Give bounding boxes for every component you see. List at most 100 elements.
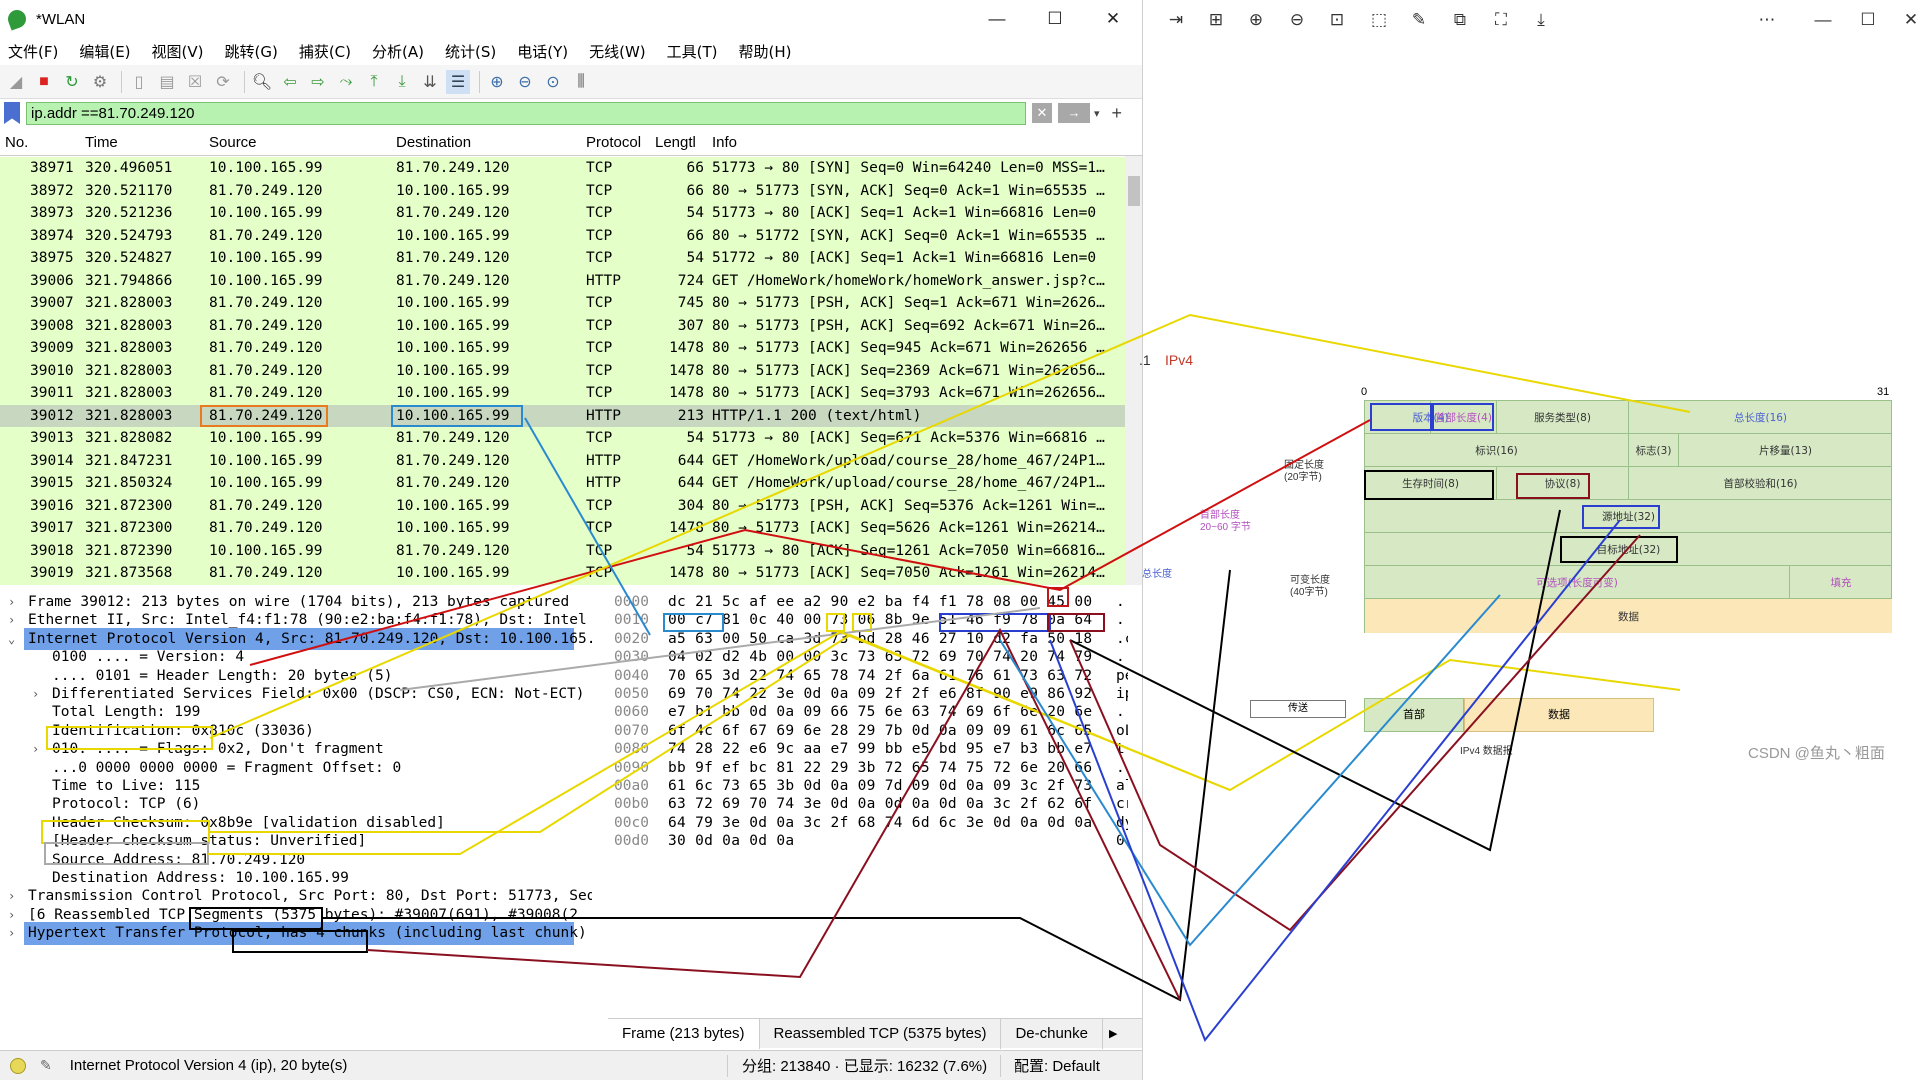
stop-capture-icon[interactable]: ■ xyxy=(32,70,56,94)
packet-proto: TCP xyxy=(586,430,613,446)
menu-item-2[interactable]: 视图(V) xyxy=(152,41,204,62)
packet-row[interactable]: 38972 320.521170 81.70.249.120 10.100.165.9… xyxy=(0,179,1125,202)
menu-item-0[interactable]: 文件(F) xyxy=(8,41,58,62)
edit-icon[interactable]: ✎ xyxy=(1407,8,1431,32)
packet-row[interactable]: 38973 320.521236 10.100.165.99 81.70.249.12… xyxy=(0,202,1125,225)
packet-row[interactable]: 39019 321.873568 81.70.249.120 10.100.165.9… xyxy=(0,562,1125,585)
packet-row[interactable]: 39010 321.828003 81.70.249.120 10.100.165.9… xyxy=(0,359,1125,382)
autoscroll-icon[interactable]: ⇊ xyxy=(418,70,442,94)
packet-row[interactable]: 38971 320.496051 10.100.165.99 81.70.249.12… xyxy=(0,157,1125,180)
capture-options-icon[interactable]: ⚙ xyxy=(88,70,112,94)
packet-row[interactable]: 39011 321.828003 81.70.249.120 10.100.165.9… xyxy=(0,382,1125,405)
close-button[interactable]: ✕ xyxy=(1084,0,1142,38)
close-file-icon[interactable]: ☒ xyxy=(183,70,207,94)
packet-list-scrollbar[interactable] xyxy=(1125,156,1142,585)
packet-row[interactable]: 39008 321.828003 81.70.249.120 10.100.165.9… xyxy=(0,314,1125,337)
find-packet-icon[interactable]: 🔍︎ xyxy=(250,70,274,94)
zoom-in-icon[interactable]: ⊕ xyxy=(485,70,509,94)
tab-frame-bytes[interactable]: Frame (213 bytes) xyxy=(608,1018,760,1049)
tab-dechunked[interactable]: De-chunke xyxy=(1001,1018,1103,1049)
packet-row[interactable]: 39012 321.828003 81.70.249.120 10.100.165.9… xyxy=(0,404,1125,427)
close-icon[interactable]: ✕ xyxy=(1899,8,1920,32)
apply-filter-icon[interactable]: → xyxy=(1058,103,1090,123)
hex-bytes[interactable]: 30 0d 0a 0d 0a xyxy=(668,830,794,853)
tab-reassembled-tcp[interactable]: Reassembled TCP (5375 bytes) xyxy=(760,1018,1002,1049)
expand-arrow-icon[interactable]: › xyxy=(32,738,39,761)
column-header-info[interactable]: Info xyxy=(712,134,737,151)
download-icon[interactable]: ⤓ xyxy=(1529,8,1553,32)
column-header-destination[interactable]: Destination xyxy=(396,134,471,151)
menu-item-1[interactable]: 编辑(E) xyxy=(79,41,130,62)
column-header-source[interactable]: Source xyxy=(209,134,257,151)
column-header-protocol[interactable]: Protocol xyxy=(586,134,641,151)
menu-item-3[interactable]: 跳转(G) xyxy=(225,41,278,62)
maximize-icon[interactable]: ☐ xyxy=(1856,8,1880,32)
total-length-side-label: 总长度 xyxy=(1142,569,1172,580)
menu-item-10[interactable]: 帮助(H) xyxy=(739,41,792,62)
add-filter-button-icon[interactable]: + xyxy=(1112,103,1123,124)
clear-filter-icon[interactable]: ✕ xyxy=(1032,103,1052,123)
menu-item-8[interactable]: 无线(W) xyxy=(589,41,646,62)
column-header-length[interactable]: Lengtl xyxy=(655,134,696,151)
reload-file-icon[interactable]: ⟳ xyxy=(211,70,235,94)
packet-row[interactable]: 39006 321.794866 10.100.165.99 81.70.249.12… xyxy=(0,269,1125,292)
arrow-right-icon[interactable]: ⇥ xyxy=(1164,8,1188,32)
packet-row[interactable]: 39018 321.872390 10.100.165.99 81.70.249.12… xyxy=(0,539,1125,562)
column-header-no[interactable]: No. xyxy=(5,134,28,151)
maximize-button[interactable]: ☐ xyxy=(1026,0,1084,38)
packet-row[interactable]: 39017 321.872300 81.70.249.120 10.100.165.9… xyxy=(0,517,1125,540)
expand-arrow-icon[interactable]: › xyxy=(8,922,15,945)
packet-row[interactable]: 38975 320.524827 10.100.165.99 81.70.249.12… xyxy=(0,247,1125,270)
scrollbar-thumb[interactable] xyxy=(1128,176,1140,206)
zoom-out-icon[interactable]: ⊖ xyxy=(1285,8,1309,32)
packet-row[interactable]: 39016 321.872300 81.70.249.120 10.100.165.9… xyxy=(0,494,1125,517)
filter-history-dropdown-icon[interactable]: ▾ xyxy=(1094,107,1100,120)
status-profile[interactable]: 配置: Default xyxy=(1014,1055,1100,1076)
expand-arrow-icon[interactable]: › xyxy=(32,683,39,706)
shark-fin-start-icon[interactable]: ◢ xyxy=(4,70,28,94)
detail-line[interactable]: Hypertext Transfer Protocol, has 4 chunk… xyxy=(24,922,587,945)
go-last-icon[interactable]: ⤓ xyxy=(390,70,414,94)
zoom-out-icon[interactable]: ⊖ xyxy=(513,70,537,94)
packet-row[interactable]: 38974 320.524793 81.70.249.120 10.100.165.9… xyxy=(0,224,1125,247)
hex-offset[interactable]: 00d0 xyxy=(614,830,649,853)
copy-icon[interactable]: ⧉ xyxy=(1448,8,1472,32)
edit-comment-icon[interactable]: ✎ xyxy=(40,1057,52,1074)
grid-icon[interactable]: ⊞ xyxy=(1204,8,1228,32)
go-forward-icon[interactable]: ⇨ xyxy=(306,70,330,94)
menu-item-7[interactable]: 电话(Y) xyxy=(517,41,568,62)
minimize-button[interactable]: — xyxy=(968,0,1026,38)
hex-ascii[interactable]: 0. xyxy=(1116,830,1128,853)
packet-row[interactable]: 39014 321.847231 10.100.165.99 81.70.249.12… xyxy=(0,449,1125,472)
resize-columns-icon[interactable]: ⫼ xyxy=(569,70,593,94)
expert-info-led-icon[interactable] xyxy=(10,1057,26,1074)
display-filter-input[interactable]: ip.addr ==81.70.249.120 xyxy=(26,101,1026,125)
go-to-packet-icon[interactable]: ⤳ xyxy=(334,70,358,94)
menu-item-5[interactable]: 分析(A) xyxy=(372,41,424,62)
packet-info: GET /HomeWork/homeWork/homeWork_answer.j… xyxy=(712,272,1105,289)
packet-row[interactable]: 39015 321.850324 10.100.165.99 81.70.249.12… xyxy=(0,472,1125,495)
crop-icon[interactable]: ⬚ xyxy=(1367,8,1391,32)
fit-icon[interactable]: ⊡ xyxy=(1325,8,1349,32)
open-file-icon[interactable]: ▯ xyxy=(127,70,151,94)
zoom-normal-icon[interactable]: ⊙ xyxy=(541,70,565,94)
column-header-time[interactable]: Time xyxy=(85,134,118,151)
menu-item-4[interactable]: 捕获(C) xyxy=(299,41,351,62)
colorize-icon[interactable]: ☰ xyxy=(446,69,470,94)
packet-row[interactable]: 39007 321.828003 81.70.249.120 10.100.165.9… xyxy=(0,292,1125,315)
go-first-icon[interactable]: ⤒ xyxy=(362,70,386,94)
restart-capture-icon[interactable]: ↻ xyxy=(60,70,84,94)
tab-scroll-right-icon[interactable]: ▶ xyxy=(1109,1027,1117,1040)
packet-row[interactable]: 39013 321.828082 10.100.165.99 81.70.249.12… xyxy=(0,427,1125,450)
bookmark-icon[interactable] xyxy=(4,102,20,124)
save-file-icon[interactable]: ▤ xyxy=(155,70,179,94)
packet-row[interactable]: 39009 321.828003 81.70.249.120 10.100.165.9… xyxy=(0,337,1125,360)
minimize-icon[interactable]: — xyxy=(1811,8,1835,32)
go-back-icon[interactable]: ⇦ xyxy=(278,70,302,94)
menu-item-9[interactable]: 工具(T) xyxy=(667,41,718,62)
zoom-in-icon[interactable]: ⊕ xyxy=(1244,8,1268,32)
menu-item-6[interactable]: 统计(S) xyxy=(445,41,496,62)
scan-icon[interactable]: ⛶ xyxy=(1489,8,1513,32)
more-icon[interactable]: ⋯ xyxy=(1755,8,1779,32)
expand-arrow-icon[interactable]: ⌄ xyxy=(8,628,15,651)
